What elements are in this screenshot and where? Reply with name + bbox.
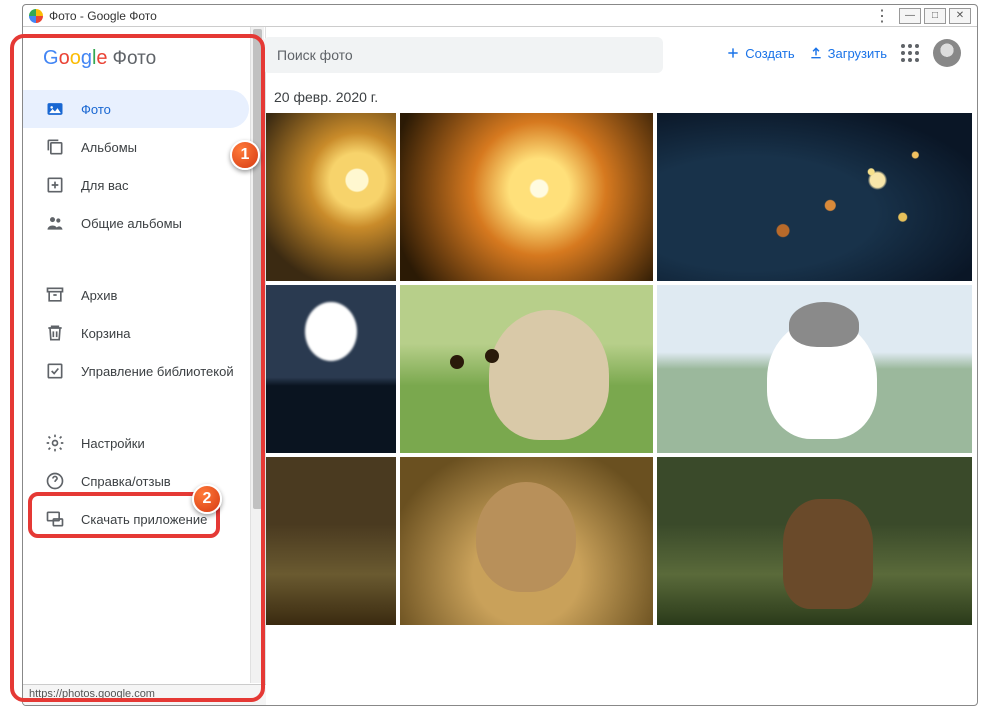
apps-icon[interactable] [901, 44, 919, 62]
photos-icon [45, 99, 65, 119]
gear-icon [45, 433, 65, 453]
nav-label: Фото [81, 102, 111, 117]
nav: Фото Альбомы Для вас Общие альбомы [23, 90, 265, 538]
app-icon [29, 9, 43, 23]
nav-label: Общие альбомы [81, 216, 182, 231]
nav-label: Скачать приложение [81, 512, 207, 527]
nav-trash[interactable]: Корзина [23, 314, 249, 352]
nav-label: Архив [81, 288, 117, 303]
brand: Google Фото [23, 33, 265, 90]
help-icon [45, 471, 65, 491]
nav-label: Настройки [81, 436, 145, 451]
upload-label: Загрузить [828, 46, 887, 61]
nav-library[interactable]: Управление библиотекой [23, 352, 249, 390]
nav-foryou[interactable]: Для вас [23, 166, 249, 204]
window-title: Фото - Google Фото [49, 9, 157, 23]
photo-thumb[interactable] [266, 457, 396, 625]
photo-thumb[interactable] [657, 457, 972, 625]
download-icon [45, 509, 65, 529]
photo-grid: 20 февр. 2020 г. [266, 83, 977, 705]
header-actions: Создать Загрузить [726, 39, 961, 67]
close-button[interactable]: ✕ [949, 8, 971, 24]
callout-badge-2: 2 [192, 484, 222, 514]
date-header: 20 февр. 2020 г. [266, 83, 977, 113]
photo-thumb[interactable] [400, 285, 653, 453]
app-window: Фото - Google Фото ⋮ — □ ✕ Google Фото Ф… [22, 4, 978, 706]
search-placeholder: Поиск фото [277, 47, 353, 63]
google-logo: Google [43, 47, 108, 70]
photo-thumb[interactable] [400, 457, 653, 625]
content-area: Google Фото Фото Альбомы Для вас [23, 27, 977, 705]
nav-settings[interactable]: Настройки [23, 424, 249, 462]
nav-label: Справка/отзыв [81, 474, 171, 489]
trash-icon [45, 323, 65, 343]
titlebar: Фото - Google Фото ⋮ — □ ✕ [23, 5, 977, 27]
sidebar-scrollbar[interactable] [250, 27, 264, 683]
archive-icon [45, 285, 65, 305]
nav-label: Управление библиотекой [81, 364, 234, 379]
upload-icon [809, 46, 823, 60]
library-icon [45, 361, 65, 381]
kebab-icon[interactable]: ⋮ [874, 6, 890, 26]
nav-label: Для вас [81, 178, 129, 193]
search-input[interactable]: Поиск фото [263, 37, 663, 73]
shared-icon [45, 213, 65, 233]
photo-thumb[interactable] [266, 285, 396, 453]
sidebar: Google Фото Фото Альбомы Для вас [23, 27, 266, 705]
nav-photos[interactable]: Фото [23, 90, 249, 128]
photo-thumb[interactable] [657, 113, 972, 281]
nav-label: Корзина [81, 326, 131, 341]
nav-shared[interactable]: Общие альбомы [23, 204, 249, 242]
foryou-icon [45, 175, 65, 195]
status-bar: https://photos.google.com [23, 684, 266, 705]
photo-thumb[interactable] [657, 285, 972, 453]
brand-product: Фото [113, 48, 157, 70]
minimize-button[interactable]: — [899, 8, 921, 24]
nav-label: Альбомы [81, 140, 137, 155]
nav-albums[interactable]: Альбомы [23, 128, 249, 166]
upload-button[interactable]: Загрузить [809, 46, 887, 61]
create-label: Создать [745, 46, 794, 61]
albums-icon [45, 137, 65, 157]
maximize-button[interactable]: □ [924, 8, 946, 24]
avatar[interactable] [933, 39, 961, 67]
photo-thumb[interactable] [266, 113, 396, 281]
plus-icon [726, 46, 740, 60]
callout-badge-1: 1 [230, 140, 260, 170]
photo-thumb[interactable] [400, 113, 653, 281]
nav-archive[interactable]: Архив [23, 276, 249, 314]
create-button[interactable]: Создать [726, 46, 794, 61]
status-url: https://photos.google.com [29, 688, 155, 700]
